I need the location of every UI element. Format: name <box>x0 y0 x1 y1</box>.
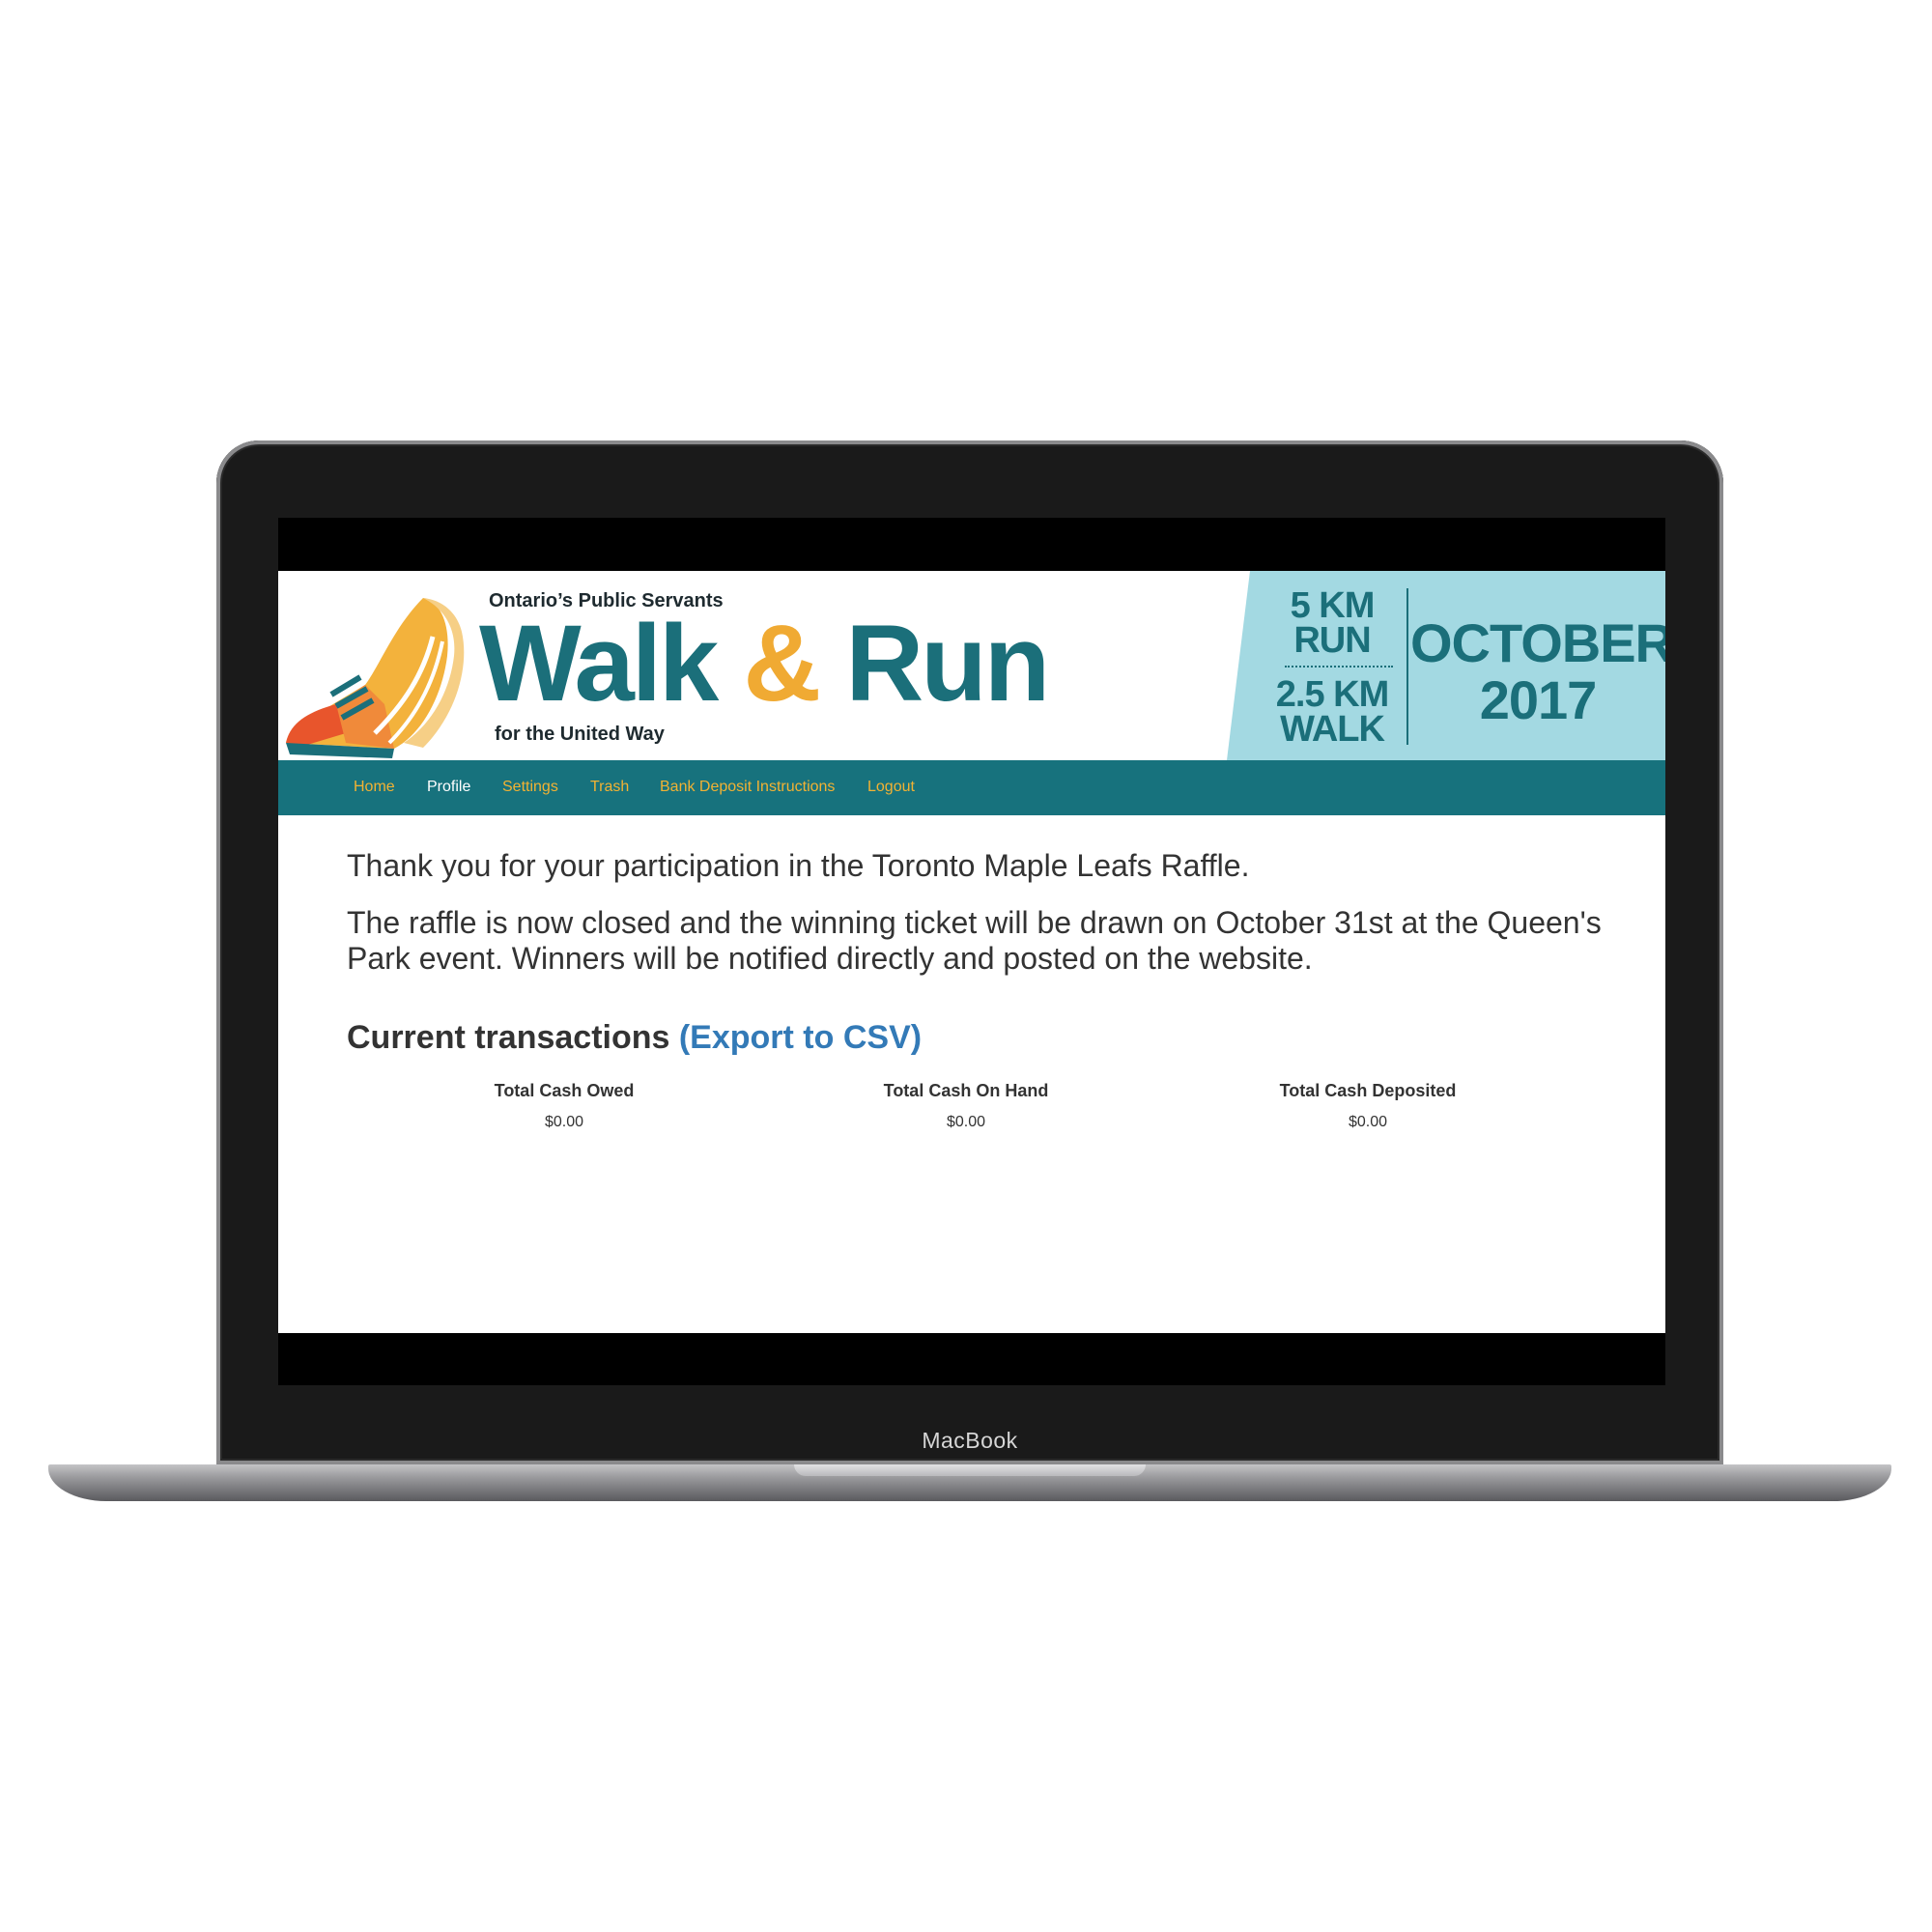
total-cash-owed: Total Cash Owed $0.00 <box>419 1081 709 1131</box>
event-date: OCTOBER 2017 <box>1410 612 1665 730</box>
total-cash-on-hand: Total Cash On Hand $0.00 <box>821 1081 1111 1131</box>
event-year: 2017 <box>1479 668 1598 730</box>
beneficiary-line: for the United Way <box>495 724 665 745</box>
event-banner: Ontario’s Public Servants Walk & Run for… <box>278 571 1665 760</box>
event-wordmark: Walk & Run <box>479 610 1050 718</box>
event-month: OCTOBER <box>1410 612 1665 673</box>
export-csv-link[interactable]: (Export to CSV) <box>679 1019 922 1056</box>
walk-distance-block: 2.5 KM WALK <box>1269 674 1395 751</box>
wordmark-run: Run <box>845 603 1050 724</box>
total-value: $0.00 <box>946 1114 986 1130</box>
web-page: Ontario’s Public Servants Walk & Run for… <box>278 571 1665 1333</box>
laptop-notch <box>794 1464 1146 1476</box>
total-label: Total Cash Owed <box>494 1081 635 1100</box>
total-label: Total Cash On Hand <box>883 1081 1049 1100</box>
total-cash-deposited: Total Cash Deposited $0.00 <box>1223 1081 1513 1131</box>
dotted-divider <box>1285 666 1393 668</box>
nav-home[interactable]: Home <box>354 779 395 796</box>
run-distance: 5 KM <box>1290 585 1376 626</box>
run-distance-block: 5 KM RUN <box>1269 585 1395 662</box>
wordmark-walk: Walk <box>479 603 719 724</box>
device-label: MacBook <box>922 1428 1018 1453</box>
transactions-title: Current transactions <box>347 1019 670 1056</box>
raffle-closed-notice: The raffle is now closed and the winning… <box>347 905 1602 976</box>
main-nav: Home Profile Settings Trash Bank Deposit… <box>278 760 1665 815</box>
vertical-divider <box>1406 588 1408 745</box>
total-label: Total Cash Deposited <box>1279 1081 1457 1100</box>
nav-settings[interactable]: Settings <box>502 779 558 796</box>
total-value: $0.00 <box>544 1114 584 1130</box>
nav-trash[interactable]: Trash <box>590 779 629 796</box>
nav-profile[interactable]: Profile <box>427 779 470 796</box>
thank-you-message: Thank you for your participation in the … <box>347 848 1250 883</box>
nav-logout[interactable]: Logout <box>867 779 915 796</box>
walk-label: WALK <box>1280 709 1385 751</box>
total-value: $0.00 <box>1348 1114 1388 1130</box>
nav-bank-deposit-instructions[interactable]: Bank Deposit Instructions <box>660 779 835 796</box>
walk-distance: 2.5 KM <box>1275 674 1389 715</box>
run-label: RUN <box>1293 620 1371 662</box>
transactions-heading: Current transactions (Export to CSV) <box>347 1019 922 1057</box>
wordmark-ampersand: & <box>743 603 821 724</box>
running-shoe-logo <box>286 598 465 758</box>
